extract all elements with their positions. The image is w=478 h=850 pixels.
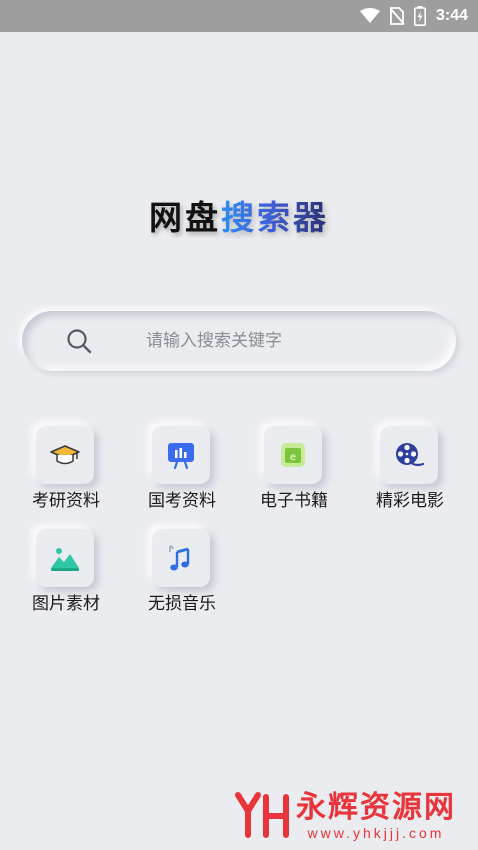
- ebook-icon: e: [281, 443, 305, 467]
- search-input[interactable]: [146, 326, 426, 356]
- category-tile[interactable]: e: [264, 426, 322, 484]
- status-icons: 3:44: [359, 5, 468, 27]
- watermark-logo: [235, 792, 289, 838]
- watermark: 永辉资源网 www.yhkjjj.com: [234, 790, 456, 842]
- category-label: 考研资料: [32, 491, 100, 511]
- search-bar[interactable]: [22, 311, 456, 371]
- category-images[interactable]: 图片素材: [11, 529, 121, 619]
- app-title-part1: 网盘: [149, 198, 221, 237]
- category-tile[interactable]: [380, 426, 438, 484]
- category-label: 国考资料: [148, 491, 216, 511]
- app-title: 网盘搜索器: [0, 190, 478, 246]
- status-bar: 3:44: [0, 0, 478, 32]
- graduation-cap-icon: [50, 445, 80, 465]
- category-movie[interactable]: 精彩电影: [355, 426, 465, 516]
- image-landscape-icon: [51, 548, 79, 571]
- watermark-name: 永辉资源网: [296, 790, 456, 825]
- category-ebook[interactable]: e 电子书籍: [239, 426, 349, 516]
- presentation-board-icon: [168, 443, 194, 470]
- category-guokao[interactable]: 国考资料: [127, 426, 237, 516]
- category-tile[interactable]: [152, 529, 210, 587]
- film-reel-icon: [396, 443, 424, 467]
- category-tile[interactable]: [36, 426, 94, 484]
- wifi-icon: [359, 8, 380, 23]
- battery-charging-icon: [413, 6, 426, 26]
- category-label: 无损音乐: [148, 594, 216, 614]
- category-tile[interactable]: [36, 529, 94, 587]
- category-label: 精彩电影: [376, 491, 444, 511]
- category-music[interactable]: 无损音乐: [127, 529, 237, 619]
- watermark-url: www.yhkjjj.com: [307, 825, 445, 841]
- app-title-part2: 搜索器: [221, 198, 329, 237]
- watermark-text: 永辉资源网 www.yhkjjj.com: [296, 790, 456, 842]
- category-kaoyan[interactable]: 考研资料: [11, 426, 121, 516]
- no-sim-icon: [389, 7, 404, 25]
- svg-text:e: e: [290, 452, 296, 463]
- category-label: 电子书籍: [260, 491, 328, 511]
- category-tile[interactable]: [152, 426, 210, 484]
- search-icon[interactable]: [66, 328, 92, 354]
- status-time: 3:44: [435, 7, 468, 24]
- music-note-icon: [169, 545, 190, 571]
- category-label: 图片素材: [32, 594, 100, 614]
